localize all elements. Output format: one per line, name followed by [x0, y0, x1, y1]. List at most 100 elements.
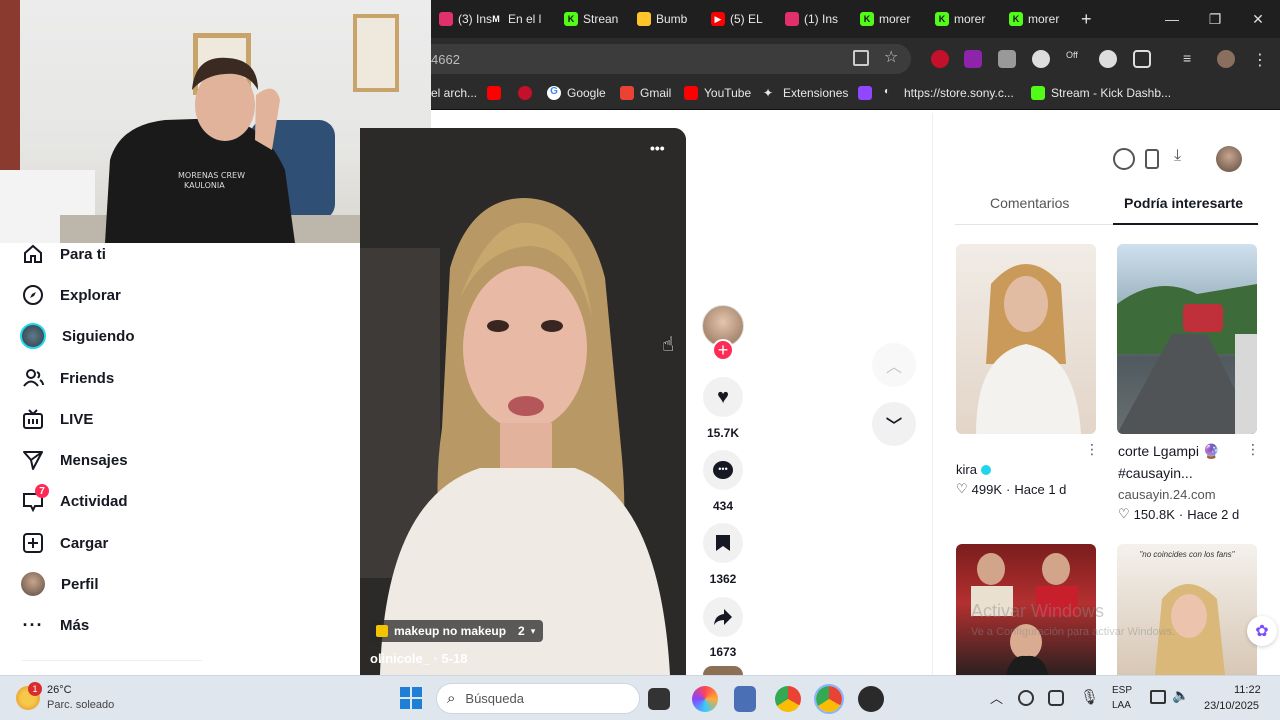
live-icon	[22, 408, 44, 430]
tab-comentarios[interactable]: Comentarios	[990, 195, 1069, 211]
comment-button[interactable]: •••	[703, 450, 743, 490]
copilot-icon[interactable]	[692, 686, 718, 712]
chrome-active-icon[interactable]	[814, 684, 844, 714]
notepad-icon[interactable]	[734, 686, 756, 712]
kebab-menu-icon[interactable]: ⋮	[1252, 50, 1270, 69]
sidebar-item-cargar[interactable]: Cargar	[22, 529, 108, 557]
media-control-icon[interactable]: ≡	[1183, 50, 1201, 68]
bookmark-item[interactable]: ◐ https://store.sony.c...	[884, 86, 1014, 100]
video-player[interactable]: ••• makeup no makeup 2 ▾ olinicole_ · 5-…	[360, 128, 686, 675]
bookmark-item[interactable]	[487, 86, 501, 100]
sidebar-item-actividad[interactable]: 7 Actividad	[22, 484, 128, 515]
video-thumbnail[interactable]	[956, 244, 1096, 434]
sidebar-item-siguiendo[interactable]: Siguiendo	[20, 322, 135, 350]
download-icon[interactable]: ⤓	[1174, 147, 1181, 165]
bookmark-item[interactable]: el arch...	[431, 86, 477, 100]
follow-plus-button[interactable]: +	[712, 339, 734, 361]
sidebar-item-friends[interactable]: Friends	[22, 364, 114, 392]
language-code[interactable]: ESP	[1112, 685, 1132, 696]
profile-avatar-icon[interactable]	[1217, 50, 1235, 68]
friends-icon	[22, 367, 44, 389]
windows-start-icon[interactable]	[400, 687, 422, 709]
address-bar[interactable]: 4662	[431, 44, 911, 74]
new-tab-button[interactable]: +	[1081, 6, 1101, 32]
home-icon	[22, 243, 44, 265]
sidebar-item-live[interactable]: LIVE	[22, 405, 93, 433]
card-stats: ♡ 499K · Hace 1 d	[956, 481, 1067, 497]
language-layout[interactable]: LAA	[1112, 700, 1131, 711]
sidebar-item-mensajes[interactable]: Mensajes	[22, 446, 128, 474]
sidebar-item-para-ti[interactable]: Para ti	[22, 240, 106, 268]
browser-tab[interactable]: (1) Ins	[785, 6, 855, 32]
browser-tab[interactable]: Kmorer	[860, 6, 930, 32]
chevron-up-icon[interactable]: ︿	[990, 688, 1003, 707]
video-thumbnail[interactable]: "no coincides con los fans"	[1117, 544, 1257, 675]
video-thumbnail[interactable]	[1117, 244, 1257, 434]
cloud-icon[interactable]	[1018, 690, 1034, 706]
bookmark-item[interactable]: Stream - Kick Dashb...	[1031, 86, 1171, 100]
minimize-button[interactable]: —	[1150, 0, 1194, 38]
browser-tab[interactable]: K Strean	[564, 6, 634, 32]
extension-icon[interactable]	[1032, 50, 1050, 68]
browser-tab[interactable]: ▶ (5) EL	[711, 6, 781, 32]
card-author[interactable]: kira	[956, 462, 991, 477]
volume-icon[interactable]: 🔈	[1172, 687, 1189, 704]
extension-icon[interactable]	[931, 50, 949, 68]
like-button[interactable]: ♥	[703, 377, 743, 417]
bookmark-item[interactable]: G Google	[547, 86, 606, 100]
maximize-button[interactable]: ❐	[1193, 0, 1237, 38]
notification-badge: 7	[35, 484, 49, 498]
card-more-icon[interactable]: ⋮	[1085, 441, 1099, 458]
svg-text:KAULONIA: KAULONIA	[184, 181, 225, 190]
network-icon[interactable]	[1150, 690, 1166, 704]
svg-text:MORENAS CREW: MORENAS CREW	[178, 171, 245, 180]
extension-shield-icon[interactable]	[964, 50, 982, 68]
extension-off-icon[interactable]: Off	[1066, 50, 1084, 68]
bookmark-item[interactable]: Gmail	[620, 86, 671, 100]
card-author[interactable]: causayin.24.com	[1118, 487, 1216, 502]
profile-avatar-icon[interactable]	[1216, 146, 1242, 172]
sidebar-item-explorar[interactable]: Explorar	[22, 281, 121, 309]
speed-icon[interactable]	[1113, 148, 1135, 170]
share-button[interactable]	[703, 597, 743, 637]
browser-tab[interactable]: Bumb	[637, 6, 707, 32]
video-menu-button[interactable]: •••	[650, 140, 665, 156]
clock-time[interactable]: 11:22	[1234, 684, 1261, 696]
sidebar-item-perfil[interactable]: Perfil	[21, 570, 99, 598]
extension-icon[interactable]	[998, 50, 1016, 68]
browser-tab[interactable]: M En el l	[489, 6, 559, 32]
clock-date[interactable]: 23/10/2025	[1204, 700, 1259, 712]
browser-tab[interactable]: Kmorer	[935, 6, 1005, 32]
task-view-icon[interactable]	[648, 688, 670, 710]
playlist-icon	[376, 625, 388, 637]
playlist-chip[interactable]: makeup no makeup 2 ▾	[370, 620, 544, 642]
extension-icon[interactable]	[1099, 50, 1117, 68]
sidebar-item-mas[interactable]: ··· Más	[22, 611, 90, 639]
install-app-icon[interactable]	[853, 50, 869, 66]
microphone-icon[interactable]: 🎙	[1080, 688, 1099, 706]
puzzle-icon[interactable]	[1133, 50, 1151, 68]
bookmark-item[interactable]: ✦ Extensiones	[763, 86, 848, 100]
music-disc-icon[interactable]	[703, 666, 743, 675]
save-button[interactable]	[703, 523, 743, 563]
obs-icon[interactable]	[858, 686, 884, 712]
card-more-icon[interactable]: ⋮	[1246, 441, 1260, 458]
next-video-button[interactable]: ﹀	[872, 402, 916, 446]
bookmark-star-icon[interactable]: ☆	[884, 47, 898, 67]
mobile-icon[interactable]	[1145, 149, 1159, 169]
chrome-icon[interactable]	[775, 686, 801, 712]
browser-tab[interactable]: Kmorer	[1009, 6, 1079, 32]
taskbar-search[interactable]: ⌕ Búsqueda	[436, 683, 640, 714]
bookmark-item[interactable]	[518, 86, 532, 100]
tab-podria-interesarte[interactable]: Podría interesarte	[1124, 195, 1243, 211]
weather-desc[interactable]: Parc. soleado	[47, 699, 114, 711]
close-window-button[interactable]: ✕	[1236, 0, 1280, 38]
bookmark-item[interactable]: YouTube	[684, 86, 751, 100]
card-title[interactable]: corte Lgampi 🔮 #causayin...	[1118, 440, 1248, 484]
previous-video-button[interactable]: ︿	[872, 343, 916, 387]
video-author-line[interactable]: olinicole_ · 5-18	[370, 651, 468, 666]
sync-icon[interactable]	[1048, 690, 1064, 706]
bookmark-item[interactable]	[858, 86, 872, 100]
floating-assistant-icon[interactable]: ✿	[1247, 616, 1277, 646]
weather-temp[interactable]: 26°C	[47, 684, 72, 696]
